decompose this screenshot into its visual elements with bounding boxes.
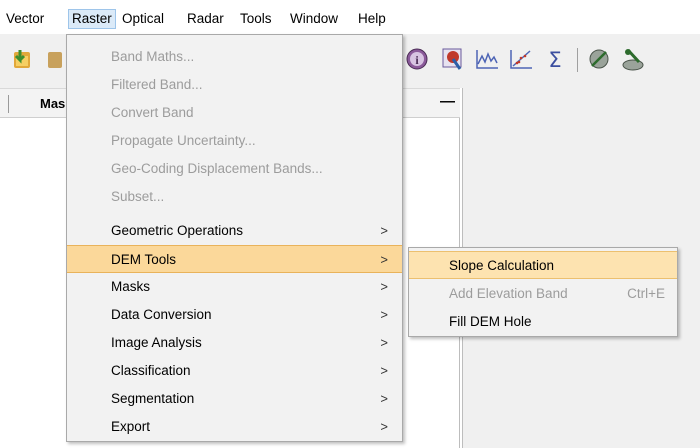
menu-item-label: Filtered Band... bbox=[111, 77, 203, 92]
menu-item-label: Add Elevation Band bbox=[449, 286, 568, 301]
product-icon[interactable] bbox=[42, 46, 68, 72]
pin-tool-icon[interactable] bbox=[586, 46, 612, 72]
submenu-arrow-icon: > bbox=[380, 279, 388, 294]
menu-optical[interactable]: Optical bbox=[119, 10, 167, 28]
menu-raster[interactable]: Raster bbox=[68, 9, 116, 29]
submenu-arrow-icon: > bbox=[380, 223, 388, 238]
menu-item-label: Segmentation bbox=[111, 391, 195, 406]
menu-item-classification[interactable]: Classification > bbox=[67, 357, 402, 385]
menu-item-subset[interactable]: Subset... bbox=[67, 183, 402, 211]
menu-item-label: Image Analysis bbox=[111, 335, 202, 350]
menu-item-add-elevation-band[interactable]: Add Elevation Band Ctrl+E bbox=[409, 280, 677, 308]
menu-item-image-analysis[interactable]: Image Analysis > bbox=[67, 329, 402, 357]
profile-plot-icon[interactable] bbox=[474, 46, 500, 72]
menu-item-geo-coding-displacement[interactable]: Geo-Coding Displacement Bands... bbox=[67, 155, 402, 183]
minimize-button[interactable]: — bbox=[440, 93, 455, 110]
open-product-icon[interactable] bbox=[10, 46, 36, 72]
menu-item-propagate-uncertainty[interactable]: Propagate Uncertainty... bbox=[67, 127, 402, 155]
panel-tab-label[interactable]: Mas bbox=[40, 96, 65, 111]
panel-header-separator bbox=[8, 95, 9, 113]
submenu-arrow-icon: > bbox=[380, 419, 388, 434]
menu-item-label: Propagate Uncertainty... bbox=[111, 133, 256, 148]
menu-item-label: Geometric Operations bbox=[111, 223, 244, 238]
menu-item-label: Convert Band bbox=[111, 105, 194, 120]
menu-item-label: Band Maths... bbox=[111, 49, 195, 64]
menu-window[interactable]: Window bbox=[287, 10, 341, 28]
menu-item-dem-tools[interactable]: DEM Tools > bbox=[67, 245, 402, 273]
toolbar-separator bbox=[577, 48, 578, 72]
information-icon[interactable]: i bbox=[404, 46, 430, 72]
menu-tools[interactable]: Tools bbox=[237, 10, 275, 28]
menu-item-band-maths[interactable]: Band Maths... bbox=[67, 43, 402, 71]
gcp-tool-icon[interactable] bbox=[620, 46, 646, 72]
menu-item-geometric-operations[interactable]: Geometric Operations > bbox=[67, 217, 402, 245]
menu-item-fill-dem-hole[interactable]: Fill DEM Hole bbox=[409, 308, 677, 336]
scatter-plot-icon[interactable] bbox=[508, 46, 534, 72]
menu-vector[interactable]: Vector bbox=[3, 10, 47, 28]
svg-text:Σ: Σ bbox=[548, 48, 561, 72]
menu-item-label: Data Conversion bbox=[111, 307, 212, 322]
statistics-sigma-icon[interactable]: Σ bbox=[542, 46, 568, 72]
menu-item-filtered-band[interactable]: Filtered Band... bbox=[67, 71, 402, 99]
menu-item-convert-band[interactable]: Convert Band bbox=[67, 99, 402, 127]
menu-item-label: Masks bbox=[111, 279, 151, 294]
menu-item-label: Fill DEM Hole bbox=[449, 314, 532, 329]
shortcut-label: Ctrl+E bbox=[627, 286, 665, 301]
submenu-arrow-icon: > bbox=[380, 335, 388, 350]
menu-item-label: Slope Calculation bbox=[449, 258, 555, 273]
menu-item-label: Subset... bbox=[111, 189, 165, 204]
raster-menu: Band Maths... Filtered Band... Convert B… bbox=[66, 34, 403, 442]
menu-radar[interactable]: Radar bbox=[184, 10, 227, 28]
menu-item-export[interactable]: Export > bbox=[67, 413, 402, 441]
menu-item-masks[interactable]: Masks > bbox=[67, 273, 402, 301]
submenu-arrow-icon: > bbox=[380, 307, 388, 322]
submenu-arrow-icon: > bbox=[380, 252, 388, 267]
menu-item-slope-calculation[interactable]: Slope Calculation bbox=[409, 251, 677, 279]
spectrum-view-icon[interactable] bbox=[440, 46, 466, 72]
menu-item-data-conversion[interactable]: Data Conversion > bbox=[67, 301, 402, 329]
submenu-arrow-icon: > bbox=[380, 363, 388, 378]
menu-item-label: Export bbox=[111, 419, 151, 434]
menu-help[interactable]: Help bbox=[355, 10, 389, 28]
menu-item-segmentation[interactable]: Segmentation > bbox=[67, 385, 402, 413]
submenu-arrow-icon: > bbox=[380, 391, 388, 406]
menu-item-label: Geo-Coding Displacement Bands... bbox=[111, 161, 323, 176]
menu-bar: Vector Raster Optical Radar Tools Window… bbox=[0, 0, 700, 34]
menu-item-label: Classification bbox=[111, 363, 191, 378]
dem-tools-submenu: Slope Calculation Add Elevation Band Ctrl… bbox=[408, 247, 678, 337]
menu-item-label: DEM Tools bbox=[111, 252, 177, 267]
